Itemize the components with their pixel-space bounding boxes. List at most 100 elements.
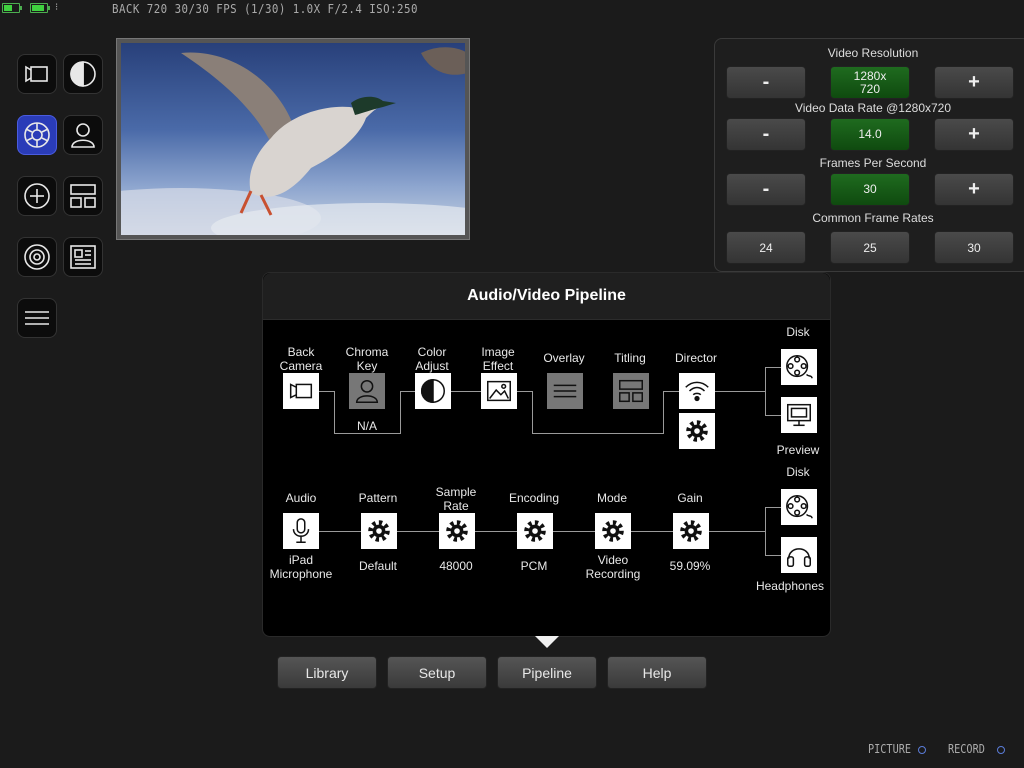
encoding-label: Encoding	[508, 491, 560, 505]
picture-indicator-icon	[918, 746, 926, 754]
gain-label: Gain	[677, 491, 703, 505]
video-preview-node[interactable]	[781, 397, 817, 433]
film-reel-icon	[786, 495, 813, 519]
battery-icon	[2, 3, 22, 13]
battery-full-icon	[30, 3, 50, 13]
back-camera-node[interactable]	[283, 373, 319, 409]
data-rate-label: Video Data Rate @1280x720	[794, 101, 952, 115]
tab-pipeline[interactable]: Pipeline	[497, 656, 597, 689]
image-effect-node[interactable]	[481, 373, 517, 409]
layout-icon	[619, 379, 643, 403]
data-rate-value: 14.0	[830, 118, 910, 151]
color-adjust-tool-button[interactable]	[63, 54, 103, 94]
target-tool-button[interactable]	[17, 237, 57, 277]
half-circle-icon	[70, 61, 96, 87]
sample-rate-label: Sample Rate	[435, 485, 477, 513]
add-tool-button[interactable]	[17, 176, 57, 216]
rate-30-button[interactable]: 30	[934, 231, 1014, 264]
audio-disk-label: Disk	[786, 465, 810, 479]
encoding-node[interactable]	[517, 513, 553, 549]
back-camera-label: Back Camera	[279, 345, 323, 373]
overlay-label: Overlay	[543, 351, 585, 365]
encoding-sub: PCM	[520, 559, 548, 573]
film-reel-icon	[786, 355, 813, 379]
director-label: Director	[674, 351, 717, 365]
camera-status-text: BACK 720 30/30 FPS (1/30) 1.0X F/2.4 ISO…	[112, 2, 418, 16]
sample-rate-sub: 48000	[439, 559, 473, 573]
video-settings-panel: Video Resolution - 1280x 720 + Video Dat…	[714, 38, 1024, 272]
resolution-increase-button[interactable]: +	[934, 66, 1014, 99]
camera-tool-button[interactable]	[17, 54, 57, 94]
person-icon	[71, 123, 95, 148]
layout-icon	[70, 184, 96, 208]
menu-icon	[553, 384, 577, 398]
pipeline-title: Audio/Video Pipeline	[467, 287, 626, 304]
video-disk-node[interactable]	[781, 349, 817, 385]
pattern-sub: Default	[358, 559, 398, 573]
gear-icon	[446, 520, 468, 542]
gear-icon	[524, 520, 546, 542]
news-icon	[70, 245, 96, 269]
gear-icon	[24, 122, 50, 148]
preview-image	[121, 43, 465, 235]
gear-icon	[368, 520, 390, 542]
titling-tool-button[interactable]	[63, 237, 103, 277]
mode-node[interactable]	[595, 513, 631, 549]
pattern-label: Pattern	[358, 491, 398, 505]
target-icon	[24, 244, 50, 270]
fps-decrease-button[interactable]: -	[726, 173, 806, 206]
pattern-node[interactable]	[361, 513, 397, 549]
audio-node[interactable]	[283, 513, 319, 549]
fps-increase-button[interactable]: +	[934, 173, 1014, 206]
overlay-node[interactable]	[547, 373, 583, 409]
person-icon	[355, 379, 379, 403]
data-rate-decrease-button[interactable]: -	[726, 118, 806, 151]
grid-icon: ⁝	[55, 2, 59, 13]
tab-library[interactable]: Library	[277, 656, 377, 689]
record-button[interactable]: RECORD	[948, 742, 985, 756]
picture-button[interactable]: PICTURE	[868, 742, 911, 756]
chroma-key-node[interactable]	[349, 373, 385, 409]
status-bar: ⁝ BACK 720 30/30 FPS (1/30) 1.0X F/2.4 I…	[0, 0, 1024, 18]
gear-icon	[680, 520, 702, 542]
record-indicator-icon	[997, 746, 1005, 754]
audio-label: Audio	[285, 491, 317, 505]
color-adjust-label: Color Adjust	[415, 345, 449, 373]
rate-24-button[interactable]: 24	[726, 231, 806, 264]
image-icon	[487, 380, 511, 402]
director-settings-node[interactable]	[679, 413, 715, 449]
camera-preview[interactable]	[116, 38, 470, 240]
headphones-node[interactable]	[781, 537, 817, 573]
headphones-label: Headphones	[755, 579, 825, 593]
mode-label: Mode	[596, 491, 628, 505]
rate-25-button[interactable]: 25	[830, 231, 910, 264]
audio-disk-node[interactable]	[781, 489, 817, 525]
gain-node[interactable]	[673, 513, 709, 549]
layout-tool-button[interactable]	[63, 176, 103, 216]
video-camera-icon	[289, 383, 313, 399]
tab-setup[interactable]: Setup	[387, 656, 487, 689]
director-node[interactable]	[679, 373, 715, 409]
titling-node[interactable]	[613, 373, 649, 409]
color-adjust-node[interactable]	[415, 373, 451, 409]
tab-help[interactable]: Help	[607, 656, 707, 689]
resolution-decrease-button[interactable]: -	[726, 66, 806, 99]
settings-tool-button[interactable]	[17, 115, 57, 155]
data-rate-increase-button[interactable]: +	[934, 118, 1014, 151]
sample-rate-node[interactable]	[439, 513, 475, 549]
menu-icon	[25, 311, 49, 325]
monitor-icon	[787, 403, 811, 427]
duck-illustration	[121, 47, 465, 235]
tab-pointer	[535, 636, 559, 648]
gear-icon	[686, 420, 708, 442]
wifi-icon	[685, 381, 709, 402]
mode-sub: Video Recording	[585, 553, 641, 581]
fps-value: 30	[830, 173, 910, 206]
menu-tool-button[interactable]	[17, 298, 57, 338]
chroma-key-tool-button[interactable]	[63, 115, 103, 155]
pipeline-panel: Audio/Video Pipeline Back Camera Chroma …	[262, 272, 831, 637]
video-resolution-label: Video Resolution	[827, 46, 919, 60]
common-rates-label: Common Frame Rates	[812, 211, 934, 225]
fps-label: Frames Per Second	[819, 156, 927, 170]
audio-sub: iPad Microphone	[269, 553, 333, 581]
